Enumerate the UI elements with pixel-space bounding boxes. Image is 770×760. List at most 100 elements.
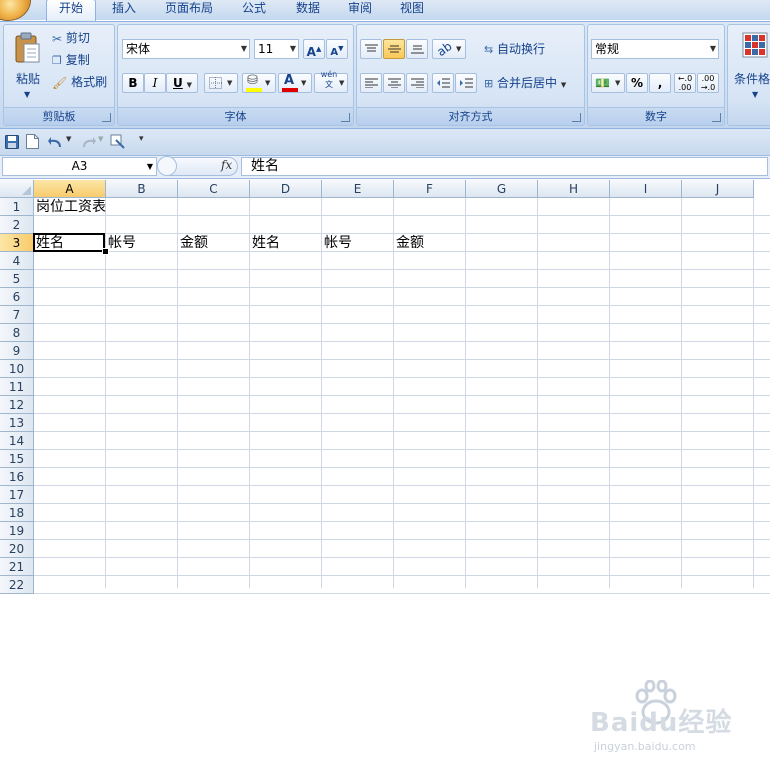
copy-button[interactable]: ❐ 复制 [51, 50, 109, 70]
column-header-A[interactable]: A [34, 180, 106, 198]
row-header-18[interactable]: 18 [0, 504, 34, 522]
underline-button[interactable]: U ▼ [166, 73, 198, 93]
phonetic-guide-button[interactable]: wén 文 ▼ [314, 70, 348, 93]
format-painter-button[interactable]: 🖌 格式刷 [51, 72, 109, 92]
row-header-19[interactable]: 19 [0, 522, 34, 540]
tab-home[interactable]: 开始 [46, 0, 96, 22]
fill-handle[interactable] [102, 248, 109, 255]
row-header-14[interactable]: 14 [0, 432, 34, 450]
name-box[interactable]: A3 ▼ [2, 157, 157, 176]
grid-hline [34, 449, 770, 450]
row-header-4[interactable]: 4 [0, 252, 34, 270]
row-header-3[interactable]: 3 [0, 234, 34, 252]
redo-dropdown-icon[interactable]: ▼ [98, 135, 103, 143]
row-header-11[interactable]: 11 [0, 378, 34, 396]
row-header-7[interactable]: 7 [0, 306, 34, 324]
comma-button[interactable]: , [649, 73, 671, 93]
number-launcher-icon[interactable] [712, 113, 721, 122]
tab-formulas[interactable]: 公式 [230, 0, 278, 20]
font-color-button[interactable]: A ▼ [278, 73, 312, 93]
column-header-E[interactable]: E [322, 180, 394, 198]
formula-input[interactable]: 姓名 [241, 157, 768, 176]
column-header-D[interactable]: D [250, 180, 322, 198]
row-header-8[interactable]: 8 [0, 324, 34, 342]
currency-button[interactable]: 💵 ▼ [591, 73, 625, 93]
merge-center-button[interactable]: ⊞ 合并后居中 ▼ [483, 73, 581, 93]
increase-decimal-button[interactable]: ←.0.00 [674, 73, 696, 93]
align-middle-button[interactable] [383, 39, 405, 59]
new-document-icon[interactable] [26, 134, 39, 149]
worksheet-grid[interactable]: ABCDEFGHIJ 1 2 3 4 5 6 7 8 9 10 11 12 13 14 15 16 17 18 19… [0, 180, 770, 753]
bold-button[interactable]: B [122, 73, 144, 93]
percent-button[interactable]: % [626, 73, 648, 93]
row-header-16[interactable]: 16 [0, 468, 34, 486]
align-top-button[interactable] [360, 39, 382, 59]
column-header-I[interactable]: I [610, 180, 682, 198]
row-header-6[interactable]: 6 [0, 288, 34, 306]
select-all-corner[interactable] [0, 180, 34, 198]
office-button[interactable] [0, 0, 30, 20]
align-left-button[interactable] [360, 73, 382, 93]
column-header-G[interactable]: G [466, 180, 538, 198]
number-format-select[interactable]: 常规 ▼ [591, 39, 719, 59]
decrease-indent-button[interactable] [432, 73, 454, 93]
fill-color-button[interactable]: ⛁ ▼ [242, 73, 276, 93]
font-name-select[interactable]: 宋体 ▼ [122, 39, 250, 59]
italic-button[interactable]: I [144, 73, 166, 93]
align-center-button[interactable] [383, 73, 405, 93]
redo-icon[interactable] [80, 135, 96, 149]
paste-button[interactable]: 粘贴 ▼ [7, 27, 47, 99]
undo-icon[interactable] [48, 135, 64, 149]
cell-B3[interactable]: 帐号 [106, 234, 136, 252]
cell-C3[interactable]: 金额 [178, 234, 208, 252]
row-header-12[interactable]: 12 [0, 396, 34, 414]
row-header-2[interactable]: 2 [0, 216, 34, 234]
paste-dropdown-icon[interactable]: ▼ [24, 86, 30, 104]
grow-font-button[interactable]: A▲ [303, 39, 325, 59]
sort-icon[interactable] [110, 134, 128, 150]
tab-view[interactable]: 视图 [388, 0, 436, 20]
customize-qat-icon[interactable]: ▾ [139, 134, 144, 144]
font-launcher-icon[interactable] [341, 113, 350, 122]
align-right-button[interactable] [406, 73, 428, 93]
tab-data[interactable]: 数据 [284, 0, 332, 20]
column-header-B[interactable]: B [106, 180, 178, 198]
tab-review[interactable]: 审阅 [336, 0, 384, 20]
shrink-font-button[interactable]: A▼ [326, 39, 348, 59]
column-header-J[interactable]: J [682, 180, 754, 198]
clipboard-launcher-icon[interactable] [102, 113, 111, 122]
cut-button[interactable]: ✂ 剪切 [51, 28, 109, 48]
row-header-5[interactable]: 5 [0, 270, 34, 288]
align-bottom-button[interactable] [406, 39, 428, 59]
cell-E3[interactable]: 帐号 [322, 234, 352, 252]
decrease-decimal-button[interactable]: .00 →.0 [697, 73, 719, 93]
borders-button[interactable]: ▼ [204, 73, 238, 93]
tab-page-layout[interactable]: 页面布局 [155, 0, 223, 20]
row-header-20[interactable]: 20 [0, 540, 34, 558]
increase-indent-button[interactable] [455, 73, 477, 93]
row-header-15[interactable]: 15 [0, 450, 34, 468]
alignment-launcher-icon[interactable] [572, 113, 581, 122]
cell-D3[interactable]: 姓名 [250, 234, 280, 252]
row-header-22[interactable]: 22 [0, 576, 34, 594]
undo-dropdown-icon[interactable]: ▼ [66, 135, 71, 143]
column-header-F[interactable]: F [394, 180, 466, 198]
row-header-13[interactable]: 13 [0, 414, 34, 432]
cell-A1[interactable]: 岗位工资表 [34, 198, 106, 216]
save-icon[interactable] [5, 135, 19, 149]
font-size-select[interactable]: 11 ▼ [254, 39, 299, 59]
conditional-formatting-button[interactable]: 条件格 ▼ [729, 27, 770, 99]
cell-F3[interactable]: 金额 [394, 234, 424, 252]
wrap-text-button[interactable]: ⇆ 自动换行 [483, 39, 579, 59]
row-header-1[interactable]: 1 [0, 198, 34, 216]
column-header-C[interactable]: C [178, 180, 250, 198]
row-header-10[interactable]: 10 [0, 360, 34, 378]
column-header-H[interactable]: H [538, 180, 610, 198]
grid-vline [609, 198, 610, 588]
row-header-21[interactable]: 21 [0, 558, 34, 576]
insert-function-button[interactable]: fx [221, 158, 232, 172]
row-header-17[interactable]: 17 [0, 486, 34, 504]
row-header-9[interactable]: 9 [0, 342, 34, 360]
tab-insert[interactable]: 插入 [100, 0, 148, 20]
orientation-button[interactable]: ab ▼ [432, 39, 466, 59]
